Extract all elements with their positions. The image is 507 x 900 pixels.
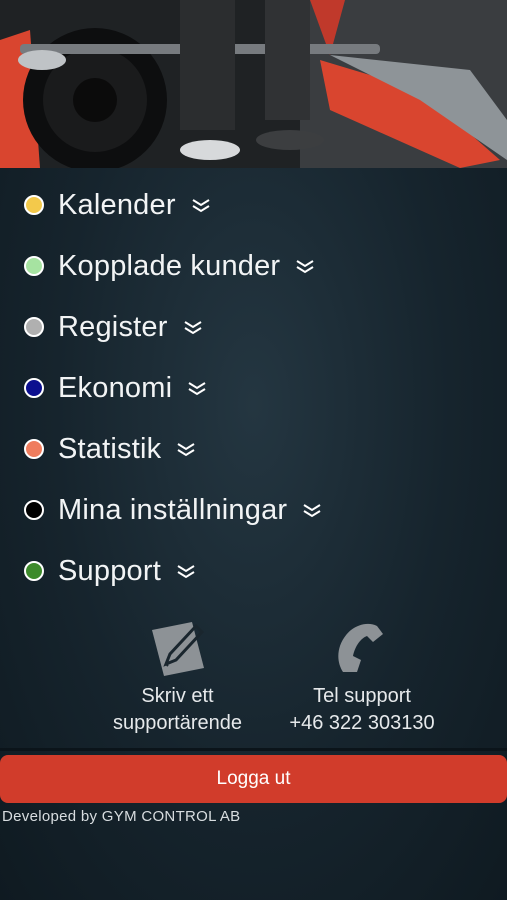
- double-chevron-down-icon: [184, 321, 202, 335]
- black-dot-icon: [24, 500, 44, 520]
- double-chevron-down-icon: [192, 199, 210, 213]
- logout-button[interactable]: Logga ut: [0, 755, 507, 803]
- double-chevron-down-icon: [177, 565, 195, 579]
- orange-dot-icon: [24, 439, 44, 459]
- menu-item-mina-installningar[interactable]: Mina inställningar: [24, 488, 323, 532]
- menu-item-register[interactable]: Register: [24, 305, 204, 349]
- menu-item-ekonomi[interactable]: Ekonomi: [24, 366, 208, 410]
- phone-icon: [338, 623, 383, 672]
- menu-item-label: Ekonomi: [58, 371, 173, 404]
- double-chevron-down-icon: [296, 260, 314, 274]
- menu-item-label: Mina inställningar: [58, 493, 288, 526]
- menu-item-label: Statistik: [58, 432, 162, 465]
- write-support-ticket-button[interactable]: Skriv ett supportärende: [95, 620, 260, 737]
- gym-photo: [0, 0, 507, 168]
- hero-banner-image: [0, 0, 507, 168]
- write-note-icon: [151, 622, 204, 676]
- phone-number: +46 322 303130: [289, 712, 435, 734]
- menu-item-label: Kalender: [58, 188, 176, 221]
- double-chevron-down-icon: [188, 382, 206, 396]
- menu-item-statistik[interactable]: Statistik: [24, 427, 197, 471]
- blue-dot-icon: [24, 378, 44, 398]
- dark-green-dot-icon: [24, 561, 44, 581]
- menu-item-support[interactable]: Support: [24, 549, 197, 593]
- ticket-label-line1: Skriv ett: [141, 685, 214, 707]
- green-dot-icon: [24, 256, 44, 276]
- double-chevron-down-icon: [303, 504, 321, 518]
- divider: [0, 748, 507, 751]
- gray-dot-icon: [24, 317, 44, 337]
- ticket-label-line2: supportärende: [113, 712, 242, 734]
- menu-item-label: Kopplade kunder: [58, 249, 281, 282]
- yellow-dot-icon: [24, 195, 44, 215]
- menu-item-kopplade-kunder[interactable]: Kopplade kunder: [24, 244, 316, 288]
- double-chevron-down-icon: [177, 443, 195, 457]
- menu-item-kalender[interactable]: Kalender: [24, 183, 212, 227]
- developer-credit: Developed by GYM CONTROL AB: [2, 808, 241, 825]
- phone-label-line1: Tel support: [313, 685, 411, 707]
- phone-support-button[interactable]: Tel support +46 322 303130: [272, 620, 452, 737]
- menu-item-label: Support: [58, 554, 161, 587]
- menu-item-label: Register: [58, 310, 168, 343]
